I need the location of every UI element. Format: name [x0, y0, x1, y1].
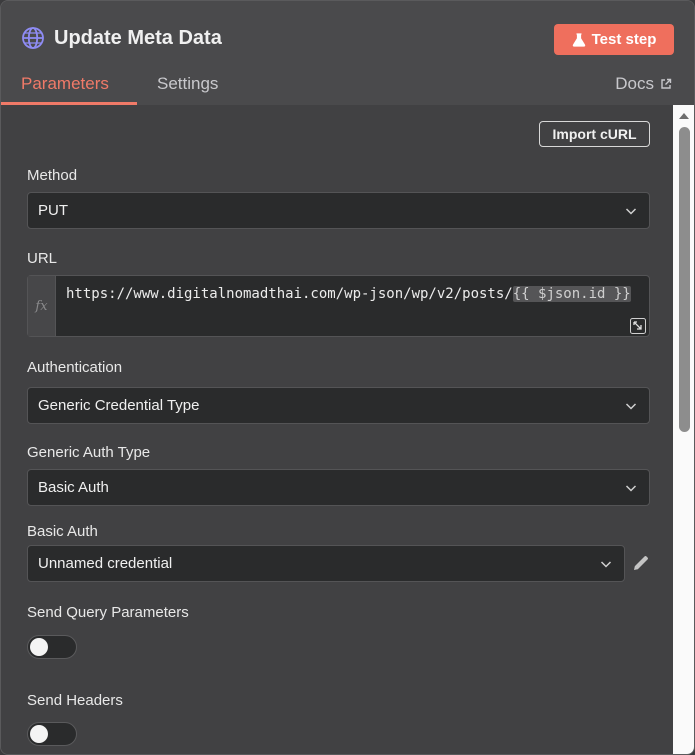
chevron-down-icon	[625, 403, 637, 410]
globe-icon	[22, 27, 44, 49]
node-panel: Update Meta Data Test step Parameters Se…	[0, 0, 695, 755]
toggle-knob	[30, 725, 48, 743]
url-input[interactable]: fx https://www.digitalnomadthai.com/wp-j…	[27, 275, 650, 337]
chevron-down-icon	[625, 485, 637, 492]
authentication-label: Authentication	[27, 359, 123, 376]
basic-auth-credential-select[interactable]: Unnamed credential	[27, 545, 625, 582]
vertical-scrollbar[interactable]	[673, 105, 694, 754]
chevron-down-icon	[625, 208, 637, 215]
url-value[interactable]: https://www.digitalnomadthai.com/wp-json…	[66, 282, 638, 306]
scrollbar-thumb[interactable]	[679, 127, 690, 432]
flask-icon	[572, 32, 585, 47]
chevron-down-icon	[600, 561, 612, 568]
url-label: URL	[27, 250, 58, 267]
authentication-value: Generic Credential Type	[38, 397, 200, 414]
generic-auth-type-label: Generic Auth Type	[27, 444, 151, 461]
docs-label: Docs	[615, 74, 654, 93]
tab-settings[interactable]: Settings	[157, 74, 218, 94]
docs-link[interactable]: Docs	[615, 74, 672, 94]
expression-fx-icon: fx	[28, 276, 56, 336]
tab-bar: Parameters Settings Docs	[1, 63, 694, 105]
generic-auth-type-value: Basic Auth	[38, 479, 109, 496]
send-query-label: Send Query Parameters	[27, 604, 189, 621]
method-value: PUT	[38, 202, 68, 219]
send-query-toggle[interactable]	[27, 635, 77, 659]
import-curl-button[interactable]: Import cURL	[539, 121, 650, 147]
send-headers-toggle[interactable]	[27, 722, 77, 746]
expand-editor-icon[interactable]	[630, 318, 646, 334]
url-expression: {{ $json.id }}	[512, 286, 631, 302]
generic-auth-type-select[interactable]: Basic Auth	[27, 469, 650, 506]
panel-header: Update Meta Data Test step Parameters Se…	[1, 1, 694, 105]
scroll-up-arrow-icon[interactable]	[679, 113, 689, 119]
basic-auth-label: Basic Auth	[27, 523, 98, 540]
parameters-content: Import cURL Method PUT URL fx https://ww…	[1, 105, 673, 754]
basic-auth-value: Unnamed credential	[38, 555, 173, 572]
pencil-icon[interactable]	[632, 554, 650, 572]
method-select[interactable]: PUT	[27, 192, 650, 229]
method-label: Method	[27, 167, 78, 184]
toggle-knob	[30, 638, 48, 656]
send-headers-label: Send Headers	[27, 692, 123, 709]
tab-parameters[interactable]: Parameters	[21, 74, 109, 94]
test-step-label: Test step	[591, 31, 657, 48]
authentication-select[interactable]: Generic Credential Type	[27, 387, 650, 424]
external-link-icon	[661, 78, 672, 89]
url-static-text: https://www.digitalnomadthai.com/wp-json…	[66, 286, 513, 302]
node-title: Update Meta Data	[54, 27, 222, 49]
test-step-button[interactable]: Test step	[554, 24, 674, 55]
